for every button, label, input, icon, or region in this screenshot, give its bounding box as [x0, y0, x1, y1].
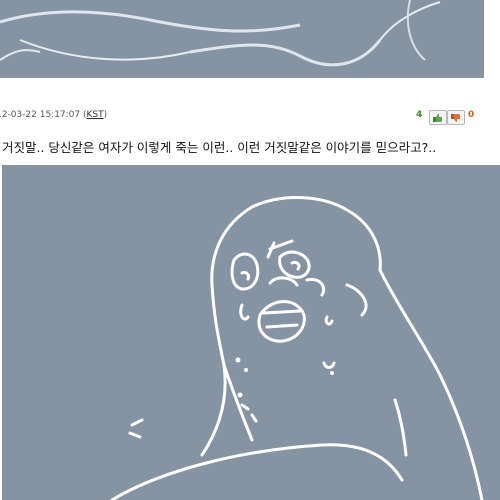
thumbs-down-icon: [451, 113, 460, 122]
comment-timestamp: 12-03-22 15:17:07 (KST): [0, 106, 107, 124]
upvote-count: 4: [416, 110, 423, 120]
timestamp-close-paren: ): [103, 110, 108, 120]
crying-face-sketch: [110, 196, 484, 500]
abstract-sketch-graphic: [0, 0, 441, 67]
previous-post-image: [0, 0, 484, 78]
comment-image: [2, 165, 500, 500]
upvote-button[interactable]: [429, 110, 447, 125]
comment-text: 거짓말.. 당신같은 여자가 이렇게 죽는 이런.. 이런 거짓말같은 이야기를…: [2, 140, 437, 155]
comment-meta: 12-03-22 15:17:07 (KST) 4 0: [0, 106, 500, 124]
timestamp-text: 12-03-22 15:17:07: [0, 110, 81, 120]
downvote-count: 0: [468, 110, 475, 120]
thumbs-up-icon: [433, 113, 442, 122]
downvote-button[interactable]: [447, 110, 465, 125]
timezone-link[interactable]: KST: [87, 110, 104, 120]
